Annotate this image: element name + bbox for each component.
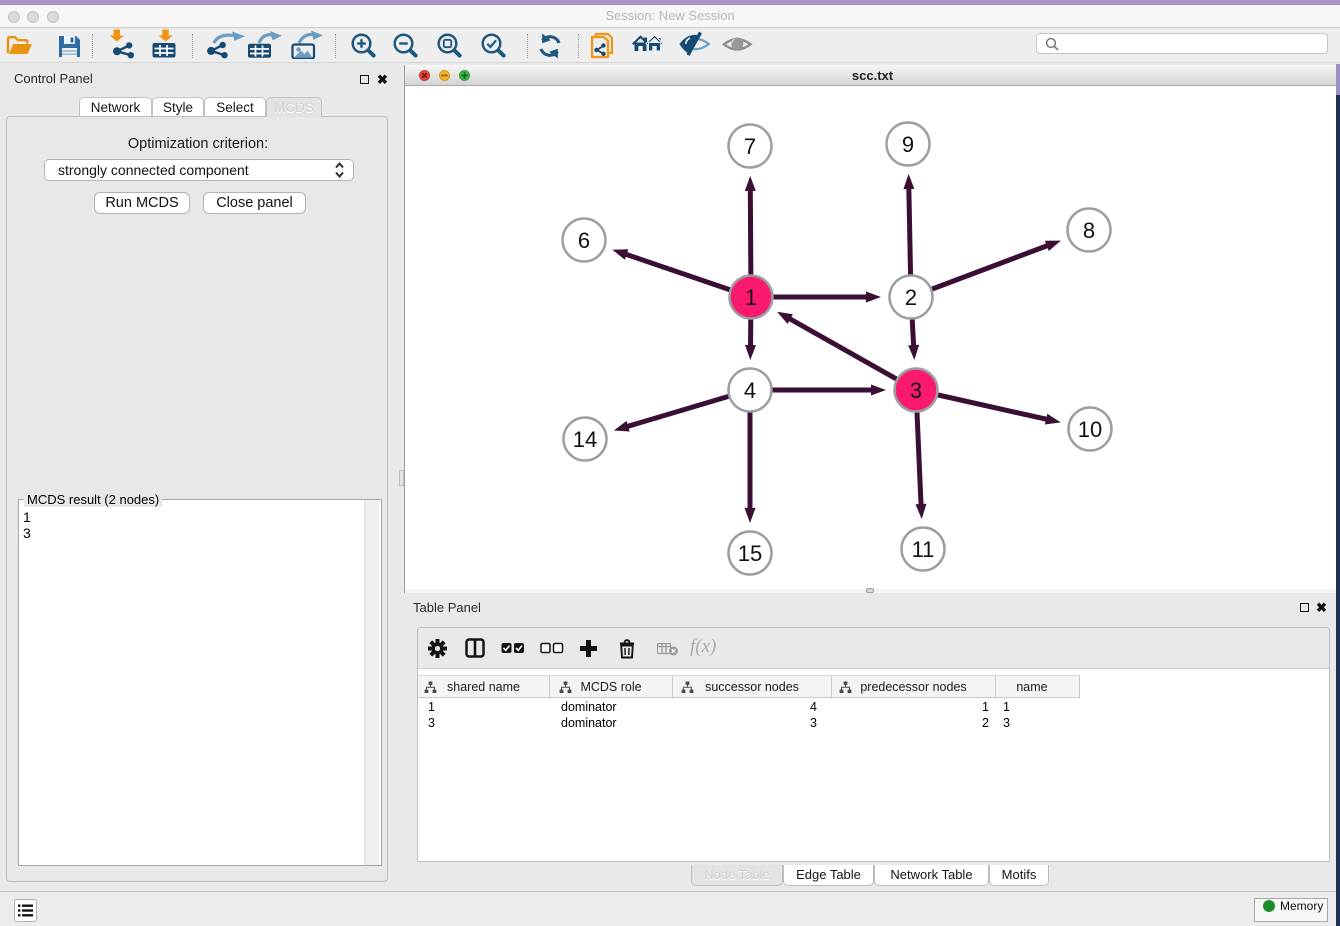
svg-text:9: 9 xyxy=(902,132,914,157)
svg-text:7: 7 xyxy=(744,134,756,159)
svg-text:8: 8 xyxy=(1083,218,1095,243)
svg-text:1: 1 xyxy=(745,285,757,310)
svg-text:10: 10 xyxy=(1078,417,1102,442)
svg-text:15: 15 xyxy=(738,541,762,566)
svg-text:6: 6 xyxy=(578,228,590,253)
svg-text:11: 11 xyxy=(912,537,935,562)
svg-text:2: 2 xyxy=(905,285,917,310)
svg-text:4: 4 xyxy=(744,378,756,403)
svg-text:3: 3 xyxy=(910,378,922,403)
svg-text:14: 14 xyxy=(573,427,597,452)
